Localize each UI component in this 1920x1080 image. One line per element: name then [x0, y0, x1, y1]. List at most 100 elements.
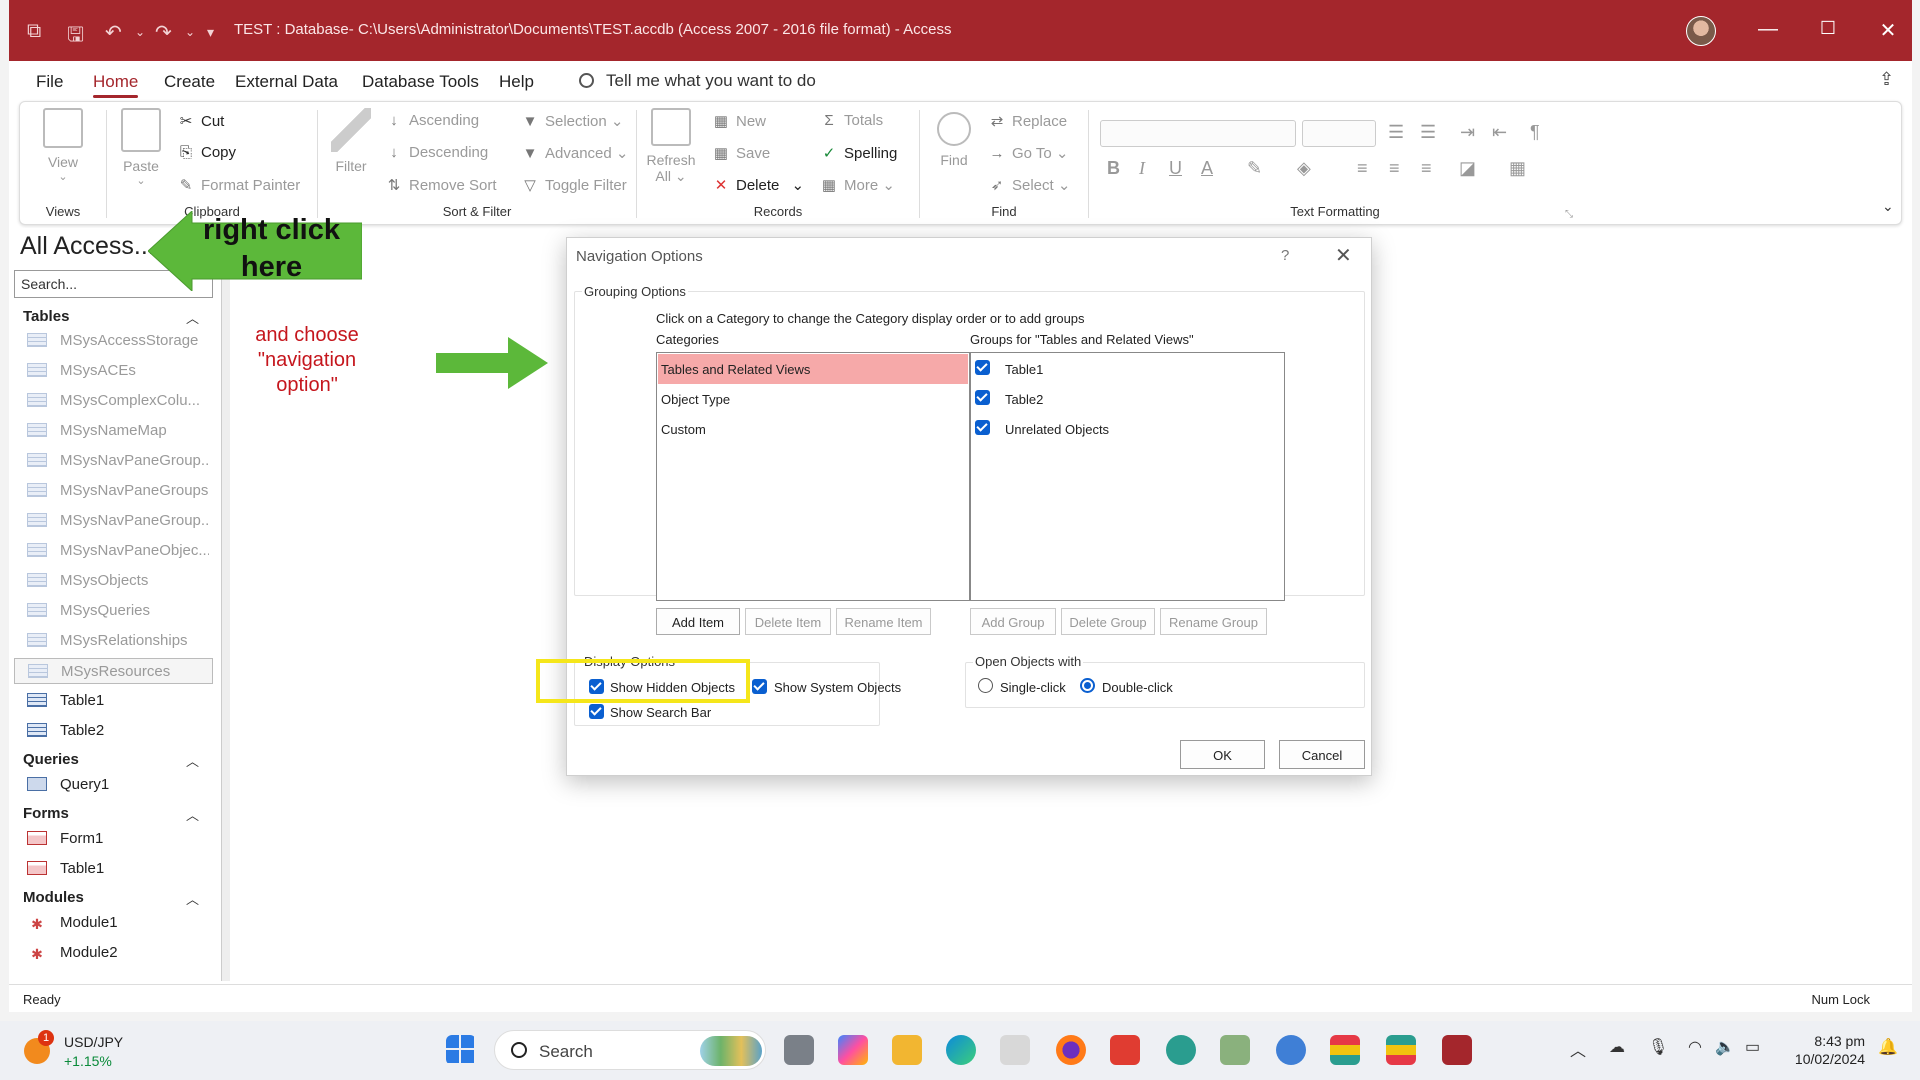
tab-help[interactable]: Help	[499, 72, 534, 92]
underline-button[interactable]: U	[1169, 158, 1182, 179]
edge-icon[interactable]	[946, 1035, 976, 1065]
checkbox-checked[interactable]	[975, 390, 990, 405]
redo-dropdown-icon[interactable]: ⌄	[185, 25, 195, 39]
refresh-all-button[interactable]: Refresh All ⌄	[645, 108, 697, 185]
avatar[interactable]	[1686, 16, 1716, 46]
show-system-checkbox[interactable]	[752, 679, 767, 694]
list-item[interactable]: Form1	[27, 826, 209, 852]
list-item[interactable]: MSysRelationships	[27, 628, 209, 654]
file-explorer-icon[interactable]	[892, 1035, 922, 1065]
rename-group-button[interactable]: Rename Group	[1160, 608, 1267, 635]
minimize-icon[interactable]: —	[1753, 18, 1783, 41]
add-item-button[interactable]: Add Item	[656, 608, 740, 635]
remove-sort-button[interactable]: ⇅ Remove Sort	[385, 176, 497, 194]
list-item[interactable]: MSysNavPaneObjec...	[27, 538, 209, 564]
app-icon[interactable]	[1330, 1035, 1360, 1065]
align-center-icon[interactable]: ≡	[1389, 158, 1400, 179]
format-painter-button[interactable]: ✎ Format Painter	[177, 176, 301, 194]
list-item[interactable]: MSysNavPaneGroups	[27, 478, 209, 504]
close-icon[interactable]: ✕	[1873, 18, 1903, 43]
dialog-launcher-icon[interactable]: ⤡	[1565, 209, 1573, 220]
fill-color-icon[interactable]: ◈	[1297, 158, 1311, 179]
new-record-button[interactable]: ▦ New	[712, 112, 766, 130]
double-click-radio[interactable]	[1080, 678, 1095, 693]
list-item[interactable]: Custom	[658, 414, 968, 444]
list-item[interactable]: MSysACEs	[27, 358, 209, 384]
more-button[interactable]: ▦ More ⌄	[820, 176, 895, 194]
redo-icon[interactable]: ↷	[155, 20, 172, 45]
groups-list[interactable]: Table1 Table2 Unrelated Objects	[970, 352, 1285, 601]
show-search-bar-checkbox[interactable]	[589, 704, 604, 719]
tab-home[interactable]: Home	[93, 72, 139, 98]
customize-toolbar-icon[interactable]: ▾	[207, 24, 214, 41]
list-item[interactable]: ✱ Module1	[27, 910, 209, 936]
list-item[interactable]: Table1	[972, 354, 1283, 384]
chevron-up-icon[interactable]: ︿	[186, 889, 199, 908]
task-view-icon[interactable]	[784, 1035, 814, 1065]
delete-record-button[interactable]: ✕ Delete ⌄	[712, 176, 804, 194]
checkbox-checked[interactable]	[975, 360, 990, 375]
app-icon[interactable]	[1000, 1035, 1030, 1065]
windows-start-icon[interactable]	[446, 1035, 476, 1065]
categories-list[interactable]: Tables and Related Views Object Type Cus…	[656, 352, 970, 601]
alternate-row-color-icon[interactable]: ▦	[1509, 158, 1526, 179]
list-item[interactable]: Table2	[972, 384, 1283, 414]
list-item-selected[interactable]: Tables and Related Views	[658, 354, 968, 384]
firefox-icon[interactable]	[1056, 1035, 1086, 1065]
volume-icon[interactable]: 🔈	[1715, 1037, 1735, 1057]
font-name-combobox[interactable]	[1100, 120, 1296, 147]
bold-button[interactable]: B	[1107, 158, 1120, 179]
list-item-selected[interactable]: MSysResources	[14, 658, 213, 684]
paragraph-icon[interactable]: ¶	[1530, 122, 1540, 143]
section-tables[interactable]: Tables	[23, 308, 69, 325]
tab-file[interactable]: File	[36, 72, 63, 92]
ok-button[interactable]: OK	[1180, 740, 1265, 769]
tab-external-data[interactable]: External Data	[235, 72, 338, 92]
onedrive-icon[interactable]: ☁	[1609, 1037, 1625, 1057]
cut-button[interactable]: ✂ Cut	[177, 112, 225, 130]
copy-button[interactable]: ⎘ Copy	[177, 144, 236, 161]
taskbar-search[interactable]: Search	[494, 1030, 766, 1070]
increase-indent-icon[interactable]: ⇥	[1460, 122, 1475, 143]
single-click-radio[interactable]	[978, 678, 993, 693]
toggle-filter-button[interactable]: ▽ Toggle Filter	[521, 176, 626, 194]
access-taskbar-icon[interactable]	[1442, 1035, 1472, 1065]
italic-button[interactable]: I	[1139, 158, 1145, 179]
selection-button[interactable]: ▼ Selection ⌄	[521, 112, 624, 130]
save-record-button[interactable]: ▦ Save	[712, 144, 770, 162]
cancel-button[interactable]: Cancel	[1279, 740, 1365, 769]
app-icon[interactable]	[1220, 1035, 1250, 1065]
list-item[interactable]: MSysNavPaneGroup...	[27, 448, 209, 474]
list-item[interactable]: MSysComplexColu...	[27, 388, 209, 414]
save-icon[interactable]: 🖫	[67, 20, 84, 54]
collapse-ribbon-icon[interactable]: ⌄	[1882, 198, 1894, 215]
paste-button[interactable]: Paste ⌄	[115, 108, 167, 187]
section-forms[interactable]: Forms	[23, 805, 69, 822]
section-modules[interactable]: Modules	[23, 889, 84, 906]
decrease-indent-icon[interactable]: ⇤	[1492, 122, 1507, 143]
list-item[interactable]: Table1	[27, 688, 209, 714]
totals-button[interactable]: Σ Totals	[820, 112, 883, 129]
chevron-up-icon[interactable]: ︿	[186, 751, 199, 770]
share-icon[interactable]: ⇪	[1879, 69, 1894, 90]
snagit-icon[interactable]	[1110, 1035, 1140, 1065]
list-item[interactable]: ✱ Module2	[27, 940, 209, 966]
rename-item-button[interactable]: Rename Item	[836, 608, 931, 635]
app-icon[interactable]	[1386, 1035, 1416, 1065]
copilot-icon[interactable]	[838, 1035, 868, 1065]
bullets-icon[interactable]: ☰	[1388, 122, 1404, 143]
quickbooks-icon[interactable]	[1276, 1035, 1306, 1065]
maximize-icon[interactable]: ☐	[1813, 18, 1843, 39]
undo-dropdown-icon[interactable]: ⌄	[135, 25, 145, 39]
numbering-icon[interactable]: ☰	[1420, 122, 1436, 143]
list-item[interactable]: Table2	[27, 718, 209, 744]
highlight-icon[interactable]: ✎	[1247, 158, 1262, 179]
find-button[interactable]: Find	[932, 108, 976, 168]
chevron-up-icon[interactable]: ︿	[186, 308, 199, 327]
list-item[interactable]: Object Type	[658, 384, 968, 414]
spelling-button[interactable]: ✓ Spelling	[820, 144, 898, 162]
font-color-button[interactable]: A	[1201, 158, 1213, 179]
chevron-up-icon[interactable]: ︿	[1570, 1037, 1586, 1061]
delete-group-button[interactable]: Delete Group	[1061, 608, 1155, 635]
goto-button[interactable]: → Go To ⌄	[988, 144, 1069, 162]
